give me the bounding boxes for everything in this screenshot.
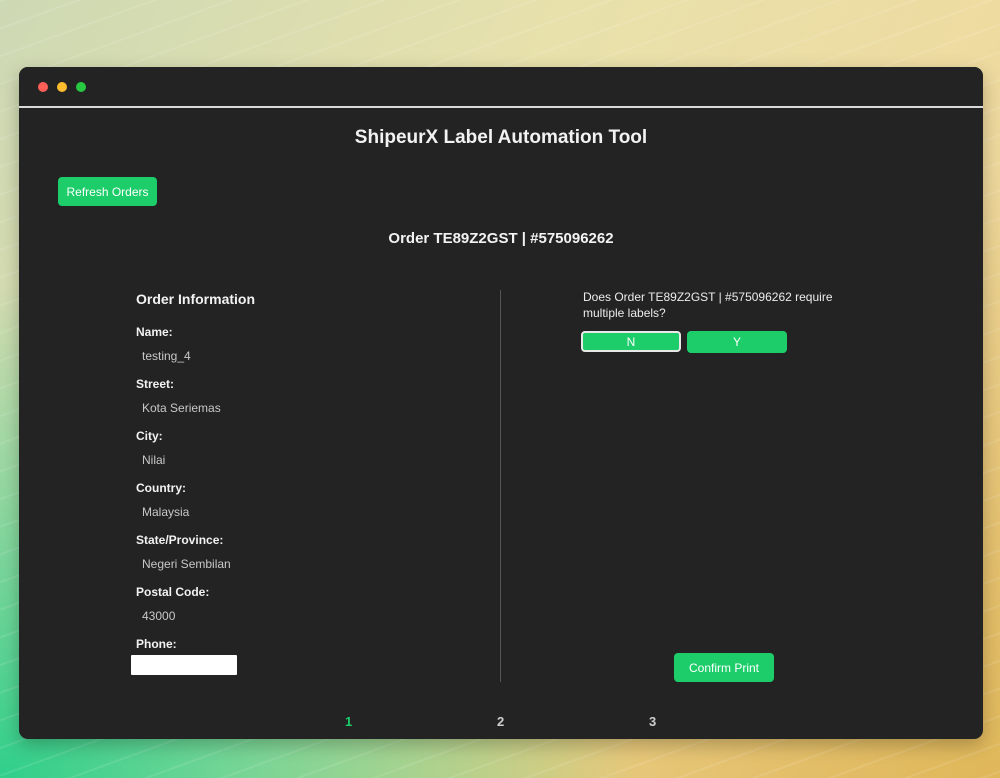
refresh-orders-button[interactable]: Refresh Orders (58, 177, 157, 206)
multiple-labels-question: Does Order TE89Z2GST | #575096262 requir… (583, 290, 833, 320)
postal-code-label: Postal Code: (136, 585, 210, 599)
phone-label: Phone: (136, 637, 177, 651)
minimize-window-button[interactable] (57, 82, 67, 92)
name-value: testing_4 (142, 349, 191, 363)
confirm-print-button[interactable]: Confirm Print (674, 653, 774, 682)
yes-button[interactable]: Y (687, 331, 787, 353)
window-titlebar (19, 67, 983, 108)
page-1-link[interactable]: 1 (345, 714, 352, 729)
app-window: ShipeurX Label Automation Tool Refresh O… (19, 67, 983, 739)
page-3-link[interactable]: 3 (649, 714, 656, 729)
phone-input[interactable] (131, 655, 237, 675)
no-button[interactable]: N (581, 331, 681, 352)
city-value: Nilai (142, 453, 166, 467)
state-province-label: State/Province: (136, 533, 224, 547)
country-value: Malaysia (142, 505, 190, 519)
city-label: City: (136, 429, 163, 443)
close-window-button[interactable] (38, 82, 48, 92)
state-province-value: Negeri Sembilan (142, 557, 231, 571)
app-title: ShipeurX Label Automation Tool (354, 127, 648, 148)
name-label: Name: (136, 325, 173, 339)
street-label: Street: (136, 377, 175, 391)
order-heading: Order TE89Z2GST | #575096262 (388, 230, 614, 247)
country-label: Country: (136, 481, 186, 495)
maximize-window-button[interactable] (76, 82, 86, 92)
column-divider (500, 290, 501, 682)
order-information-title: Order Information (136, 291, 256, 307)
postal-code-value: 43000 (142, 609, 176, 623)
street-value: Kota Seriemas (142, 401, 221, 415)
page-2-link[interactable]: 2 (497, 714, 504, 729)
